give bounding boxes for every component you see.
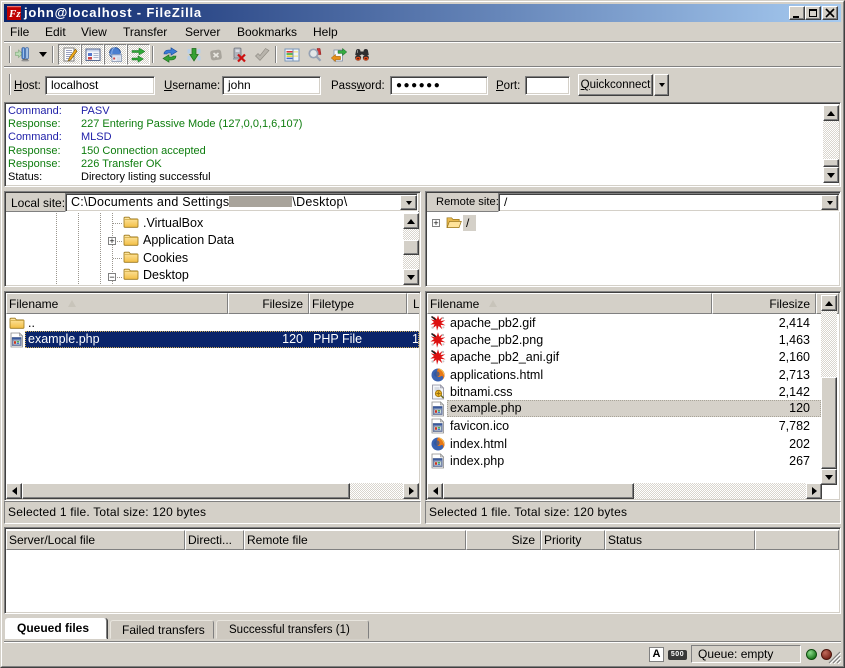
svg-text:Fz: Fz: [8, 8, 21, 20]
